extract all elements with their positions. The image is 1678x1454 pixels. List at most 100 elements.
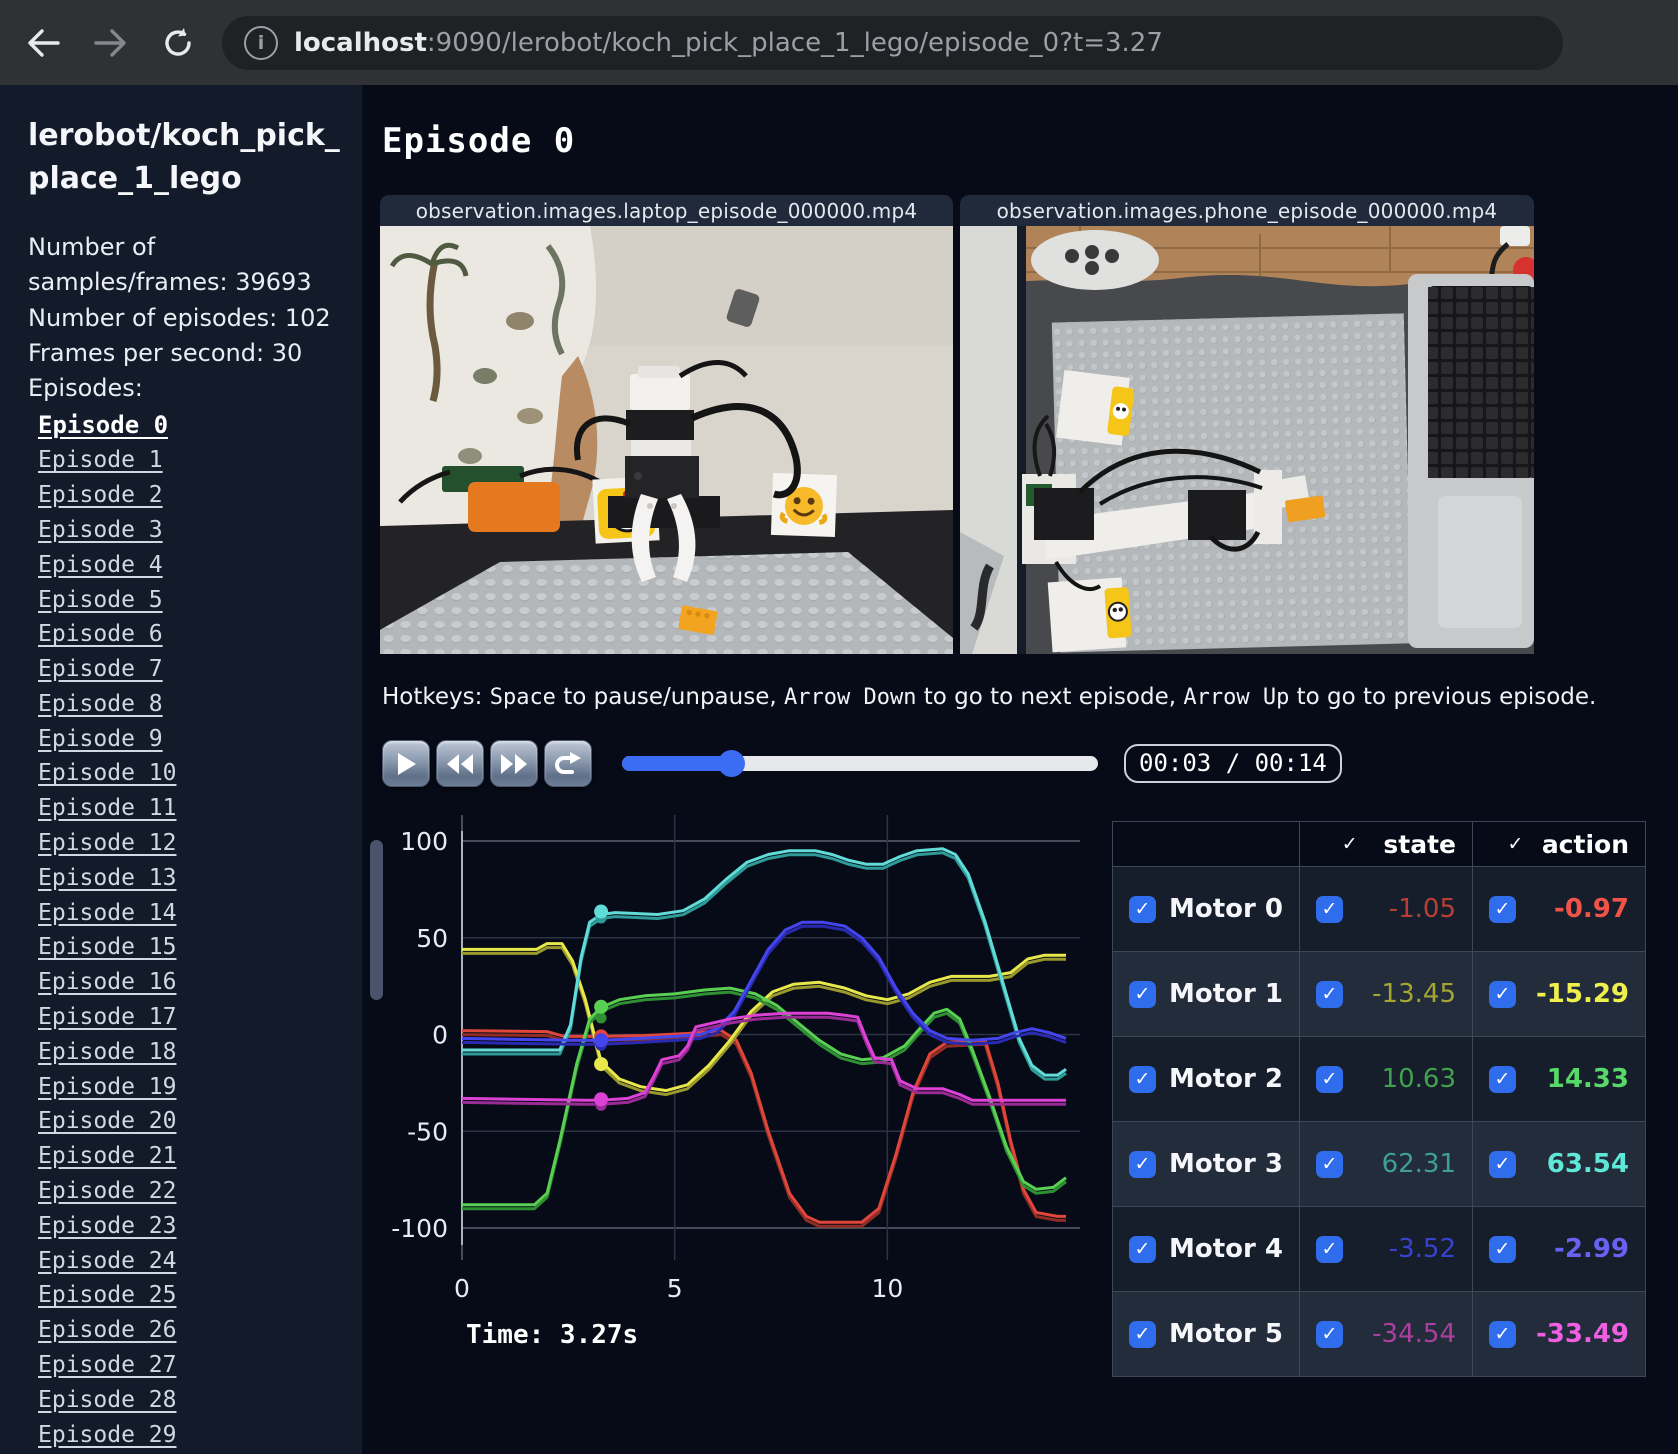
state-checkbox[interactable]: ✓ — [1316, 1320, 1343, 1348]
svg-text:10: 10 — [871, 1274, 903, 1303]
video-caption-laptop: observation.images.laptop_episode_000000… — [380, 195, 953, 226]
fast-forward-button[interactable] — [490, 740, 538, 787]
play-button[interactable] — [382, 740, 430, 787]
sidebar-episode-link[interactable]: Episode 28 — [38, 1387, 176, 1413]
sidebar: lerobot/koch_pick_place_1_lego Number of… — [0, 85, 362, 1454]
motor-checkbox[interactable]: ✓ — [1129, 1320, 1156, 1348]
state-checkbox[interactable]: ✓ — [1316, 980, 1343, 1008]
action-value: 63.54 — [1546, 1149, 1629, 1179]
browser-chrome: i localhost:9090/lerobot/koch_pick_place… — [0, 0, 1678, 85]
state-value: -13.45 — [1372, 979, 1456, 1009]
sidebar-episode-link[interactable]: Episode 11 — [38, 795, 176, 821]
sidebar-episode-link[interactable]: Episode 6 — [38, 621, 163, 647]
motor-name: Motor 2 — [1169, 1064, 1283, 1094]
video-row: observation.images.laptop_episode_000000… — [380, 195, 1678, 654]
scrollbar-thumb[interactable] — [370, 840, 383, 1000]
state-checkbox[interactable]: ✓ — [1316, 1150, 1343, 1178]
state-checkbox[interactable]: ✓ — [1316, 1235, 1343, 1263]
action-header-checkbox[interactable]: ✓ — [1502, 831, 1529, 858]
sidebar-episode-link[interactable]: Episode 2 — [38, 482, 163, 508]
action-value: -2.99 — [1554, 1234, 1629, 1264]
action-checkbox[interactable]: ✓ — [1489, 980, 1516, 1008]
sidebar-episode-link[interactable]: Episode 9 — [38, 726, 163, 752]
sidebar-episode-link[interactable]: Episode 13 — [38, 865, 176, 891]
action-checkbox[interactable]: ✓ — [1489, 1235, 1516, 1263]
sidebar-episode-link[interactable]: Episode 25 — [38, 1282, 176, 1308]
motor-name: Motor 5 — [1169, 1319, 1283, 1349]
sidebar-episode-link[interactable]: Episode 12 — [38, 830, 176, 856]
sidebar-episode-link[interactable]: Episode 16 — [38, 969, 176, 995]
motor-name: Motor 3 — [1169, 1149, 1283, 1179]
sidebar-episode-link[interactable]: Episode 26 — [38, 1317, 176, 1343]
sidebar-episode-link[interactable]: Episode 0 — [38, 411, 168, 439]
motor-checkbox[interactable]: ✓ — [1129, 895, 1156, 923]
action-checkbox[interactable]: ✓ — [1489, 1150, 1516, 1178]
motor-chart-svg: 100 50 0 -50 -100 0 5 10 — [391, 815, 1080, 1303]
player-controls: 00:03 / 00:14 — [382, 740, 1678, 787]
dataset-stats: Number of samples/frames: 39693 Number of… — [28, 230, 344, 371]
video-laptop — [380, 226, 953, 654]
motor-checkbox[interactable]: ✓ — [1129, 1065, 1156, 1093]
dataset-title: lerobot/koch_pick_place_1_lego — [28, 118, 340, 196]
state-checkbox[interactable]: ✓ — [1316, 1065, 1343, 1093]
sidebar-episode-link[interactable]: Episode 21 — [38, 1143, 176, 1169]
motor-checkbox[interactable]: ✓ — [1129, 1235, 1156, 1263]
seek-slider-fill — [622, 756, 732, 771]
svg-text:-50: -50 — [407, 1117, 448, 1146]
time-display: 00:03 / 00:14 — [1124, 744, 1342, 783]
state-header: ✓ state — [1316, 830, 1456, 859]
sidebar-episode-link[interactable]: Episode 23 — [38, 1213, 176, 1239]
sidebar-episode-link[interactable]: Episode 7 — [38, 656, 163, 682]
sidebar-episode-link[interactable]: Episode 27 — [38, 1352, 176, 1378]
state-checkbox[interactable]: ✓ — [1316, 895, 1343, 923]
sidebar-episode-link[interactable]: Episode 18 — [38, 1039, 176, 1065]
sidebar-episode-link[interactable]: Episode 19 — [38, 1074, 176, 1100]
seek-slider-thumb[interactable] — [718, 750, 746, 777]
state-header-checkbox[interactable]: ✓ — [1336, 831, 1363, 858]
sidebar-stat: Number of samples/frames: 39693 — [28, 233, 312, 297]
motor-row: ✓ Motor 2 ✓ 10.63 ✓ 14.33 — [1112, 1036, 1646, 1122]
video-panel-laptop: observation.images.laptop_episode_000000… — [380, 195, 953, 654]
hotkey-space: Space — [489, 685, 556, 710]
sidebar-episode-link[interactable]: Episode 20 — [38, 1108, 176, 1134]
motor-checkbox[interactable]: ✓ — [1129, 1150, 1156, 1178]
rewind-button[interactable] — [436, 740, 484, 787]
video-panel-phone: observation.images.phone_episode_000000.… — [960, 195, 1534, 654]
action-value: -15.29 — [1535, 979, 1629, 1009]
motor-name: Motor 4 — [1169, 1234, 1283, 1264]
seek-slider[interactable] — [622, 750, 1098, 777]
sidebar-episode-link[interactable]: Episode 14 — [38, 900, 176, 926]
loop-button[interactable] — [544, 740, 592, 787]
svg-text:5: 5 — [667, 1274, 683, 1303]
action-value: -0.97 — [1554, 894, 1629, 924]
site-info-icon[interactable]: i — [244, 25, 278, 60]
action-checkbox[interactable]: ✓ — [1489, 1320, 1516, 1348]
sidebar-episode-link[interactable]: Episode 1 — [38, 447, 163, 473]
sidebar-episode-link[interactable]: Episode 5 — [38, 587, 163, 613]
url-text: localhost:9090/lerobot/koch_pick_place_1… — [294, 27, 1163, 58]
action-header: ✓ action — [1489, 830, 1629, 859]
sidebar-episode-link[interactable]: Episode 4 — [38, 552, 163, 578]
sidebar-episode-link[interactable]: Episode 24 — [38, 1248, 176, 1274]
svg-text:-100: -100 — [391, 1214, 448, 1243]
sidebar-stat: Number of episodes: 102 — [28, 303, 331, 332]
sidebar-episode-link[interactable]: Episode 8 — [38, 691, 163, 717]
state-value: 10.63 — [1381, 1064, 1456, 1094]
sidebar-episode-link[interactable]: Episode 17 — [38, 1004, 176, 1030]
sidebar-episode-link[interactable]: Episode 3 — [38, 517, 163, 543]
hotkey-arrow-up: Arrow Up — [1183, 685, 1290, 710]
motor-checkbox[interactable]: ✓ — [1129, 980, 1156, 1008]
page-title: Episode 0 — [382, 121, 576, 161]
action-checkbox[interactable]: ✓ — [1489, 1065, 1516, 1093]
action-checkbox[interactable]: ✓ — [1489, 895, 1516, 923]
sidebar-episode-link[interactable]: Episode 22 — [38, 1178, 176, 1204]
back-icon[interactable] — [26, 28, 60, 58]
motor-row: ✓ Motor 3 ✓ 62.31 ✓ 63.54 — [1112, 1121, 1646, 1207]
url-bar[interactable]: i localhost:9090/lerobot/koch_pick_place… — [222, 15, 1563, 70]
sidebar-episode-link[interactable]: Episode 10 — [38, 760, 176, 786]
sidebar-episode-link[interactable]: Episode 29 — [38, 1422, 176, 1448]
forward-icon[interactable] — [94, 28, 128, 58]
sidebar-episode-link[interactable]: Episode 15 — [38, 934, 176, 960]
video-phone — [960, 226, 1534, 654]
reload-icon[interactable] — [162, 27, 194, 59]
